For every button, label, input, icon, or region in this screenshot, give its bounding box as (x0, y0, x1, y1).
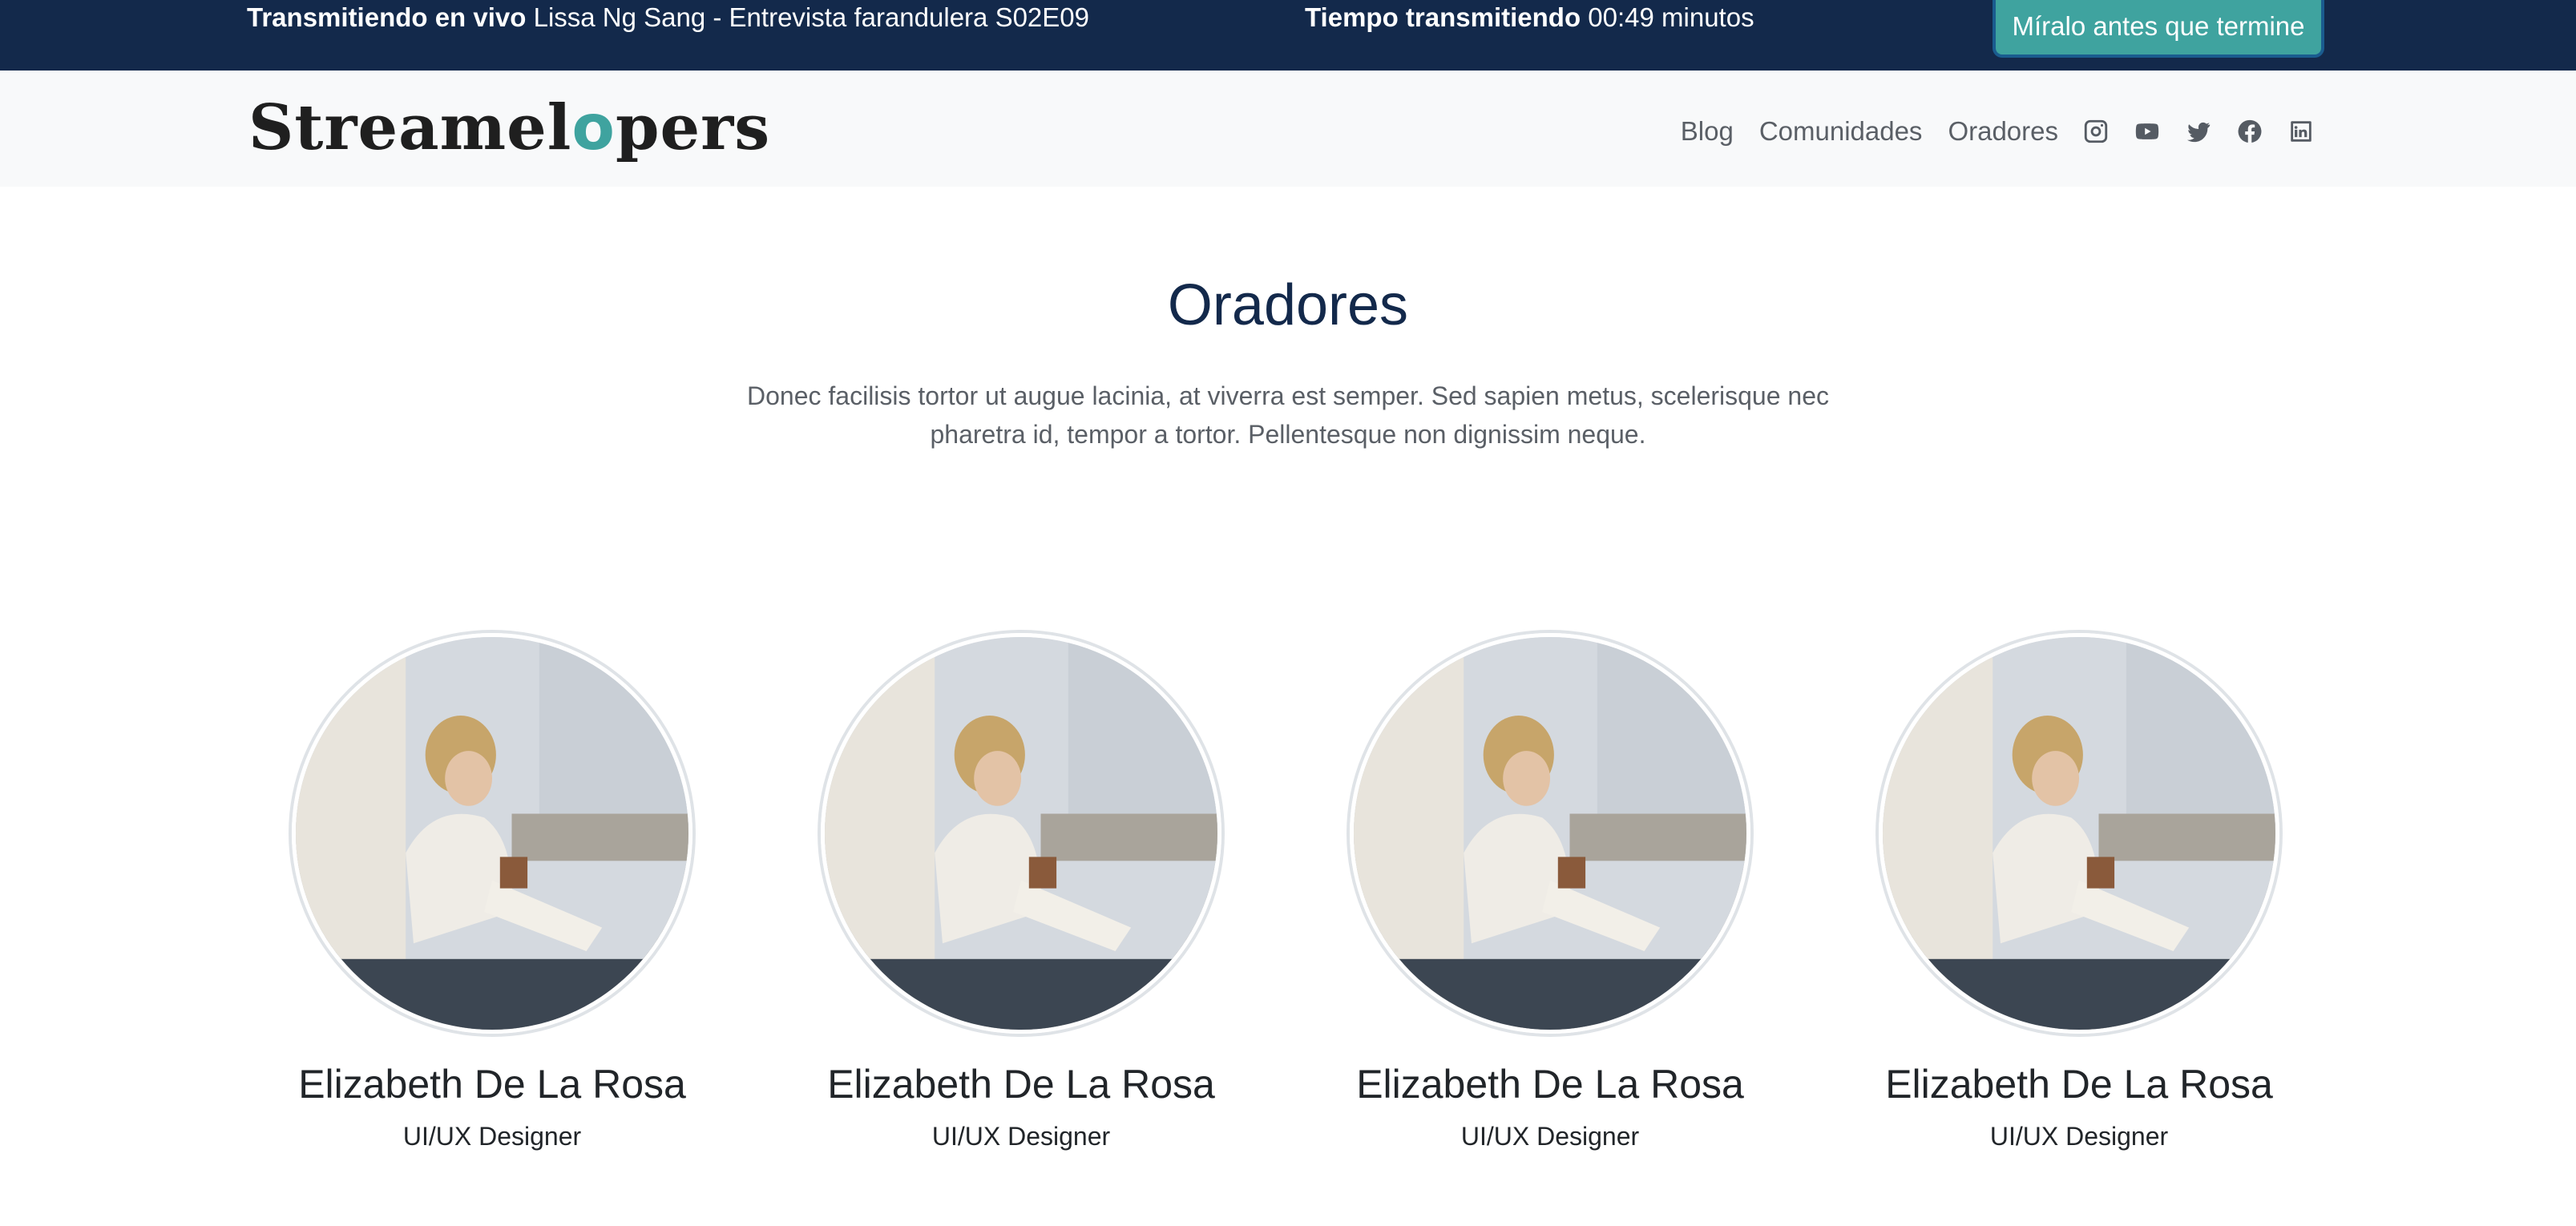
stream-time: Tiempo transmitiendo 00:49 minutos (1305, 0, 1754, 35)
twitter-icon[interactable] (2185, 118, 2212, 145)
speaker-card[interactable]: Elizabeth De La Rosa UI/UX Designer (1350, 633, 1750, 1151)
speaker-name: Elizabeth De La Rosa (298, 1062, 686, 1107)
speaker-photo (821, 633, 1221, 1034)
watch-now-button[interactable]: Míralo antes que termine (1993, 0, 2324, 58)
speaker-photo (292, 633, 692, 1034)
time-value: 00:49 minutos (1588, 2, 1754, 32)
linkedin-icon[interactable] (2287, 118, 2315, 145)
logo-text-left: Streamel (248, 91, 572, 164)
speaker-name: Elizabeth De La Rosa (1885, 1062, 2273, 1107)
speaker-card[interactable]: Elizabeth De La Rosa UI/UX Designer (821, 633, 1221, 1151)
page-description: Donec facilisis tortor ut augue lacinia,… (747, 381, 1829, 449)
nav-links: Blog Comunidades Oradores (1655, 99, 2315, 163)
logo-mark: o (571, 92, 616, 164)
nav-link-comunidades[interactable]: Comunidades (1759, 116, 1923, 147)
speaker-card[interactable]: Elizabeth De La Rosa UI/UX Designer (1879, 633, 2279, 1151)
speaker-role: UI/UX Designer (931, 1122, 1111, 1151)
instagram-icon[interactable] (2082, 118, 2110, 145)
nav-link-oradores[interactable]: Oradores (1948, 116, 2058, 147)
logo-text-right: pers (616, 91, 771, 164)
speaker-card[interactable]: Elizabeth De La Rosa UI/UX Designer (292, 633, 692, 1151)
youtube-icon[interactable] (2134, 118, 2161, 145)
page-title: Oradores (1167, 273, 1409, 337)
live-title: Lissa Ng Sang - Entrevista farandulera S… (533, 2, 1089, 32)
facebook-icon[interactable] (2236, 118, 2263, 145)
live-banner: Transmitiendo en vivo Lissa Ng Sang - En… (0, 0, 2576, 71)
live-label: Transmitiendo en vivo (247, 2, 527, 32)
nav-link-blog[interactable]: Blog (1681, 116, 1734, 147)
speaker-photo (1350, 633, 1750, 1034)
speaker-name: Elizabeth De La Rosa (827, 1062, 1215, 1107)
speaker-role: UI/UX Designer (1460, 1122, 1640, 1151)
speaker-photo (1879, 633, 2279, 1034)
logo[interactable]: Streamelopers (248, 88, 770, 168)
speaker-role: UI/UX Designer (1989, 1122, 2169, 1151)
speaker-name: Elizabeth De La Rosa (1356, 1062, 1744, 1107)
time-label: Tiempo transmitiendo (1305, 2, 1581, 32)
speaker-role: UI/UX Designer (402, 1122, 582, 1151)
live-status: Transmitiendo en vivo Lissa Ng Sang - En… (247, 0, 1089, 35)
